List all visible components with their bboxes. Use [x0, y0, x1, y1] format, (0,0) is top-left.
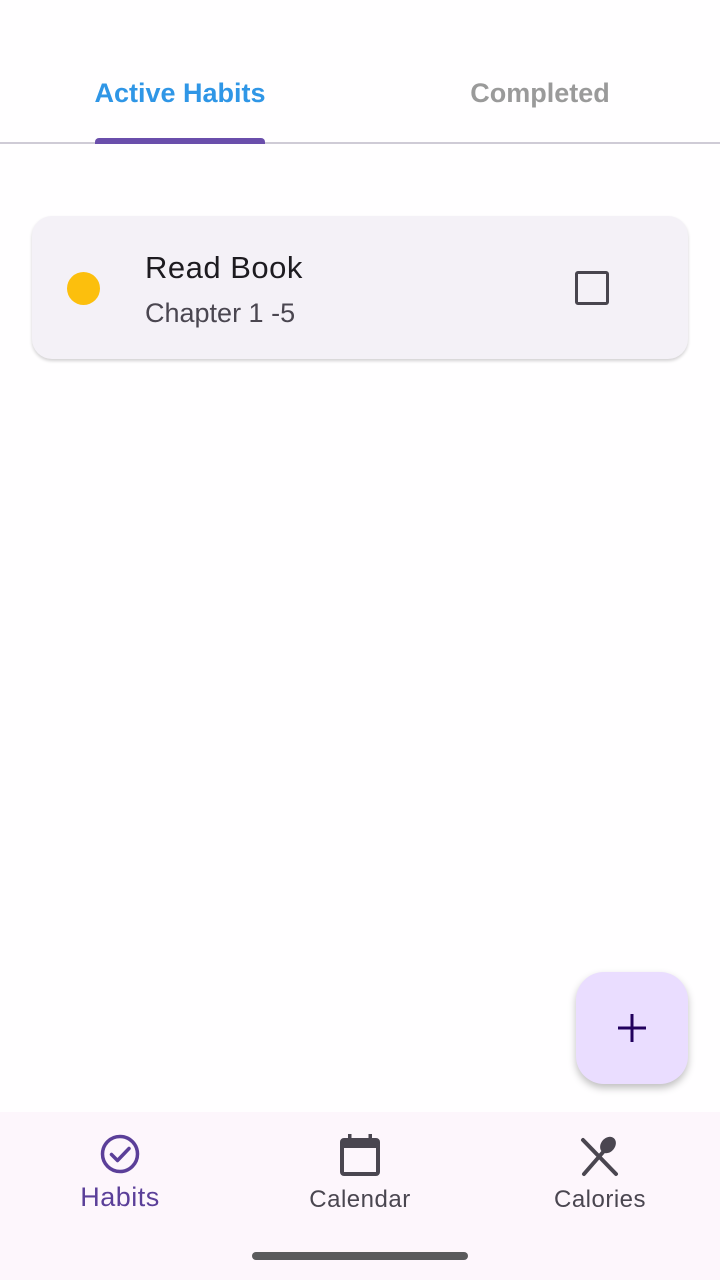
- habit-title: Read Book: [145, 250, 303, 285]
- tab-indicator: [95, 138, 265, 144]
- home-indicator[interactable]: [252, 1252, 468, 1260]
- add-habit-button[interactable]: [576, 972, 688, 1084]
- tab-active-habits-label: Active Habits: [94, 78, 266, 108]
- utensils-icon: [581, 1136, 618, 1176]
- bottom-navigation: Habits Calendar Calories: [0, 1112, 720, 1280]
- nav-habits-label: Habits: [80, 1182, 160, 1212]
- habit-checkbox[interactable]: [575, 271, 609, 305]
- habit-subtitle: Chapter 1 -5: [145, 298, 296, 328]
- habits-screen: Active Habits Completed Read Book Chapte…: [0, 0, 720, 1280]
- habit-card[interactable]: Read Book Chapter 1 -5: [32, 216, 688, 359]
- tab-completed-label: Completed: [470, 78, 610, 108]
- habit-color-dot: [67, 272, 100, 305]
- tab-bar: Active Habits Completed: [0, 0, 720, 144]
- nav-calories-label: Calories: [553, 1186, 647, 1213]
- nav-calendar[interactable]: Calendar: [240, 1112, 480, 1242]
- check-circle-icon: [100, 1134, 140, 1174]
- nav-calories[interactable]: Calories: [480, 1112, 720, 1242]
- nav-habits[interactable]: Habits: [0, 1112, 240, 1242]
- tab-completed[interactable]: Completed: [360, 52, 720, 136]
- nav-calendar-label: Calendar: [309, 1186, 411, 1213]
- tab-active-habits[interactable]: Active Habits: [0, 52, 360, 136]
- plus-icon: [618, 1014, 646, 1042]
- calendar-icon: [340, 1134, 380, 1176]
